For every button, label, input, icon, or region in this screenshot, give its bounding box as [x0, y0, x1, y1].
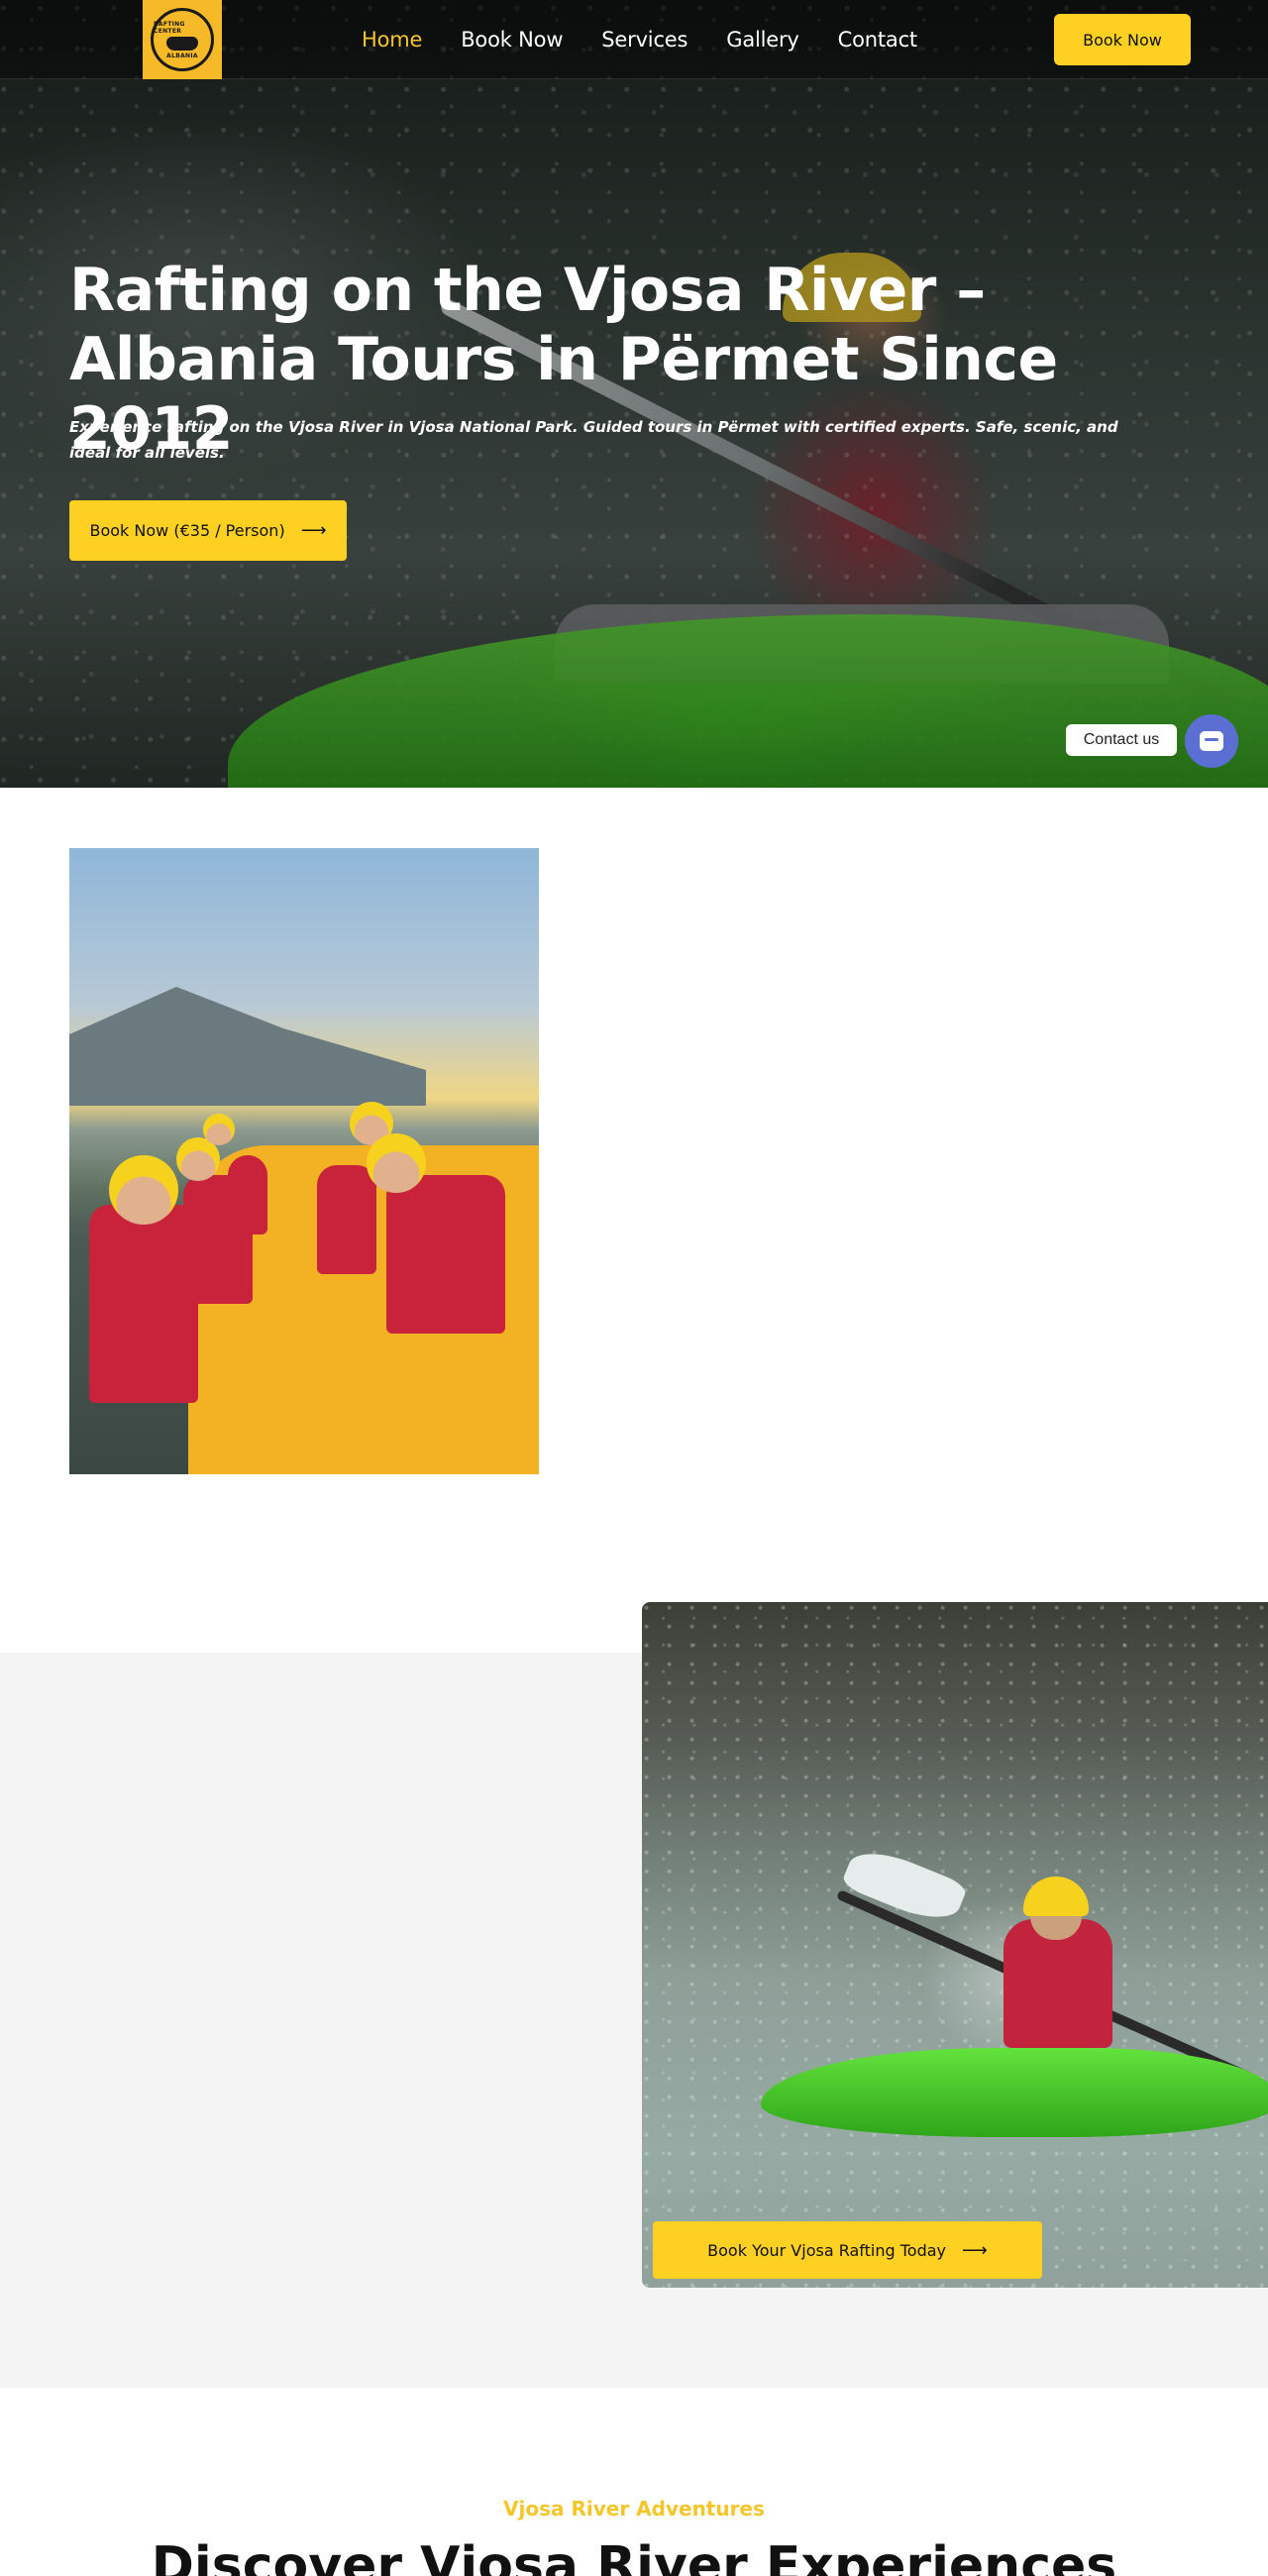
photo-rafter — [386, 1175, 505, 1334]
logo-badge: RAFTING CENTER ALBANIA — [148, 5, 217, 74]
arrow-right-icon: ⟶ — [962, 2239, 988, 2261]
header-book-now-button[interactable]: Book Now — [1054, 14, 1191, 65]
logo-top-text: RAFTING CENTER — [154, 20, 185, 35]
site-logo[interactable]: RAFTING CENTER ALBANIA — [143, 0, 222, 79]
chat-icon — [1200, 731, 1223, 751]
hero-book-now-button[interactable]: Book Now (€35 / Person) ⟶ — [69, 500, 347, 561]
contact-us-label[interactable]: Contact us — [1066, 724, 1177, 756]
site-header: RAFTING CENTER ALBANIA Home Book Now Ser… — [0, 0, 1268, 79]
nav-item-contact[interactable]: Contact — [838, 28, 918, 52]
book-vjosa-rafting-button[interactable]: Book Your Vjosa Rafting Today ⟶ — [653, 2221, 1042, 2279]
nav-item-book-now[interactable]: Book Now — [461, 28, 563, 52]
logo-bottom-text: ALBANIA — [166, 52, 198, 59]
kayaker-photo — [642, 1602, 1268, 2288]
hero-title-line-1: Rafting on the Vjosa River – — [69, 256, 986, 325]
photo-rafter-head — [367, 1133, 426, 1193]
photo-rafter-head — [109, 1155, 178, 1225]
photo-rafter — [89, 1205, 198, 1403]
hero-subtitle: Experience rafting on the Vjosa River in… — [69, 418, 1118, 462]
section-eyebrow: Vjosa River Adventures — [503, 2497, 765, 2521]
rafting-group-photo — [69, 848, 539, 1474]
photo-rafter — [228, 1155, 267, 1234]
photo-mountain — [69, 987, 426, 1106]
book-vjosa-rafting-label: Book Your Vjosa Rafting Today — [707, 2240, 947, 2260]
nav-item-services[interactable]: Services — [601, 28, 687, 52]
nav-item-home[interactable]: Home — [362, 28, 422, 52]
nav-item-gallery[interactable]: Gallery — [726, 28, 799, 52]
arrow-right-icon: ⟶ — [300, 520, 327, 541]
contact-chat-button[interactable] — [1185, 714, 1238, 768]
photo-rafter — [317, 1165, 376, 1274]
hero-book-now-label: Book Now (€35 / Person) — [89, 521, 285, 540]
section-title: Discover Vjosa River Experiences — [151, 2536, 1117, 2576]
photo-rafter-head — [203, 1114, 235, 1145]
main-nav: Home Book Now Services Gallery Contact — [362, 0, 956, 79]
raft-icon — [166, 36, 198, 51]
logo-inner: RAFTING CENTER ALBANIA — [154, 11, 211, 68]
